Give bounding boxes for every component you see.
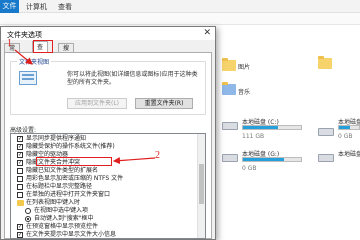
list-item[interactable]: 在标题栏中显示完整路径 bbox=[11, 183, 197, 191]
checkbox[interactable] bbox=[17, 192, 23, 198]
checkbox[interactable]: ✓ bbox=[17, 224, 23, 230]
list-item[interactable]: ✓ 隐藏受保护的操作系统文件(推荐) bbox=[11, 143, 197, 151]
music-folder-icon[interactable] bbox=[222, 82, 236, 95]
checkbox[interactable] bbox=[17, 176, 23, 182]
advanced-list-scrollbar[interactable] bbox=[197, 134, 205, 238]
folder-options-dialog: 文件夹选项 ✕ 常规 查看 搜索 文件夹视图 你可以将此视图(如详细信息或图标)… bbox=[0, 26, 216, 240]
list-item[interactable]: ✓ 在预览窗格中显示预览控件 bbox=[11, 223, 197, 231]
list-item[interactable]: 在单独的进程中打开文件夹窗口 bbox=[11, 191, 197, 199]
ribbon-tabs: 文件 计算机 查看 bbox=[0, 0, 360, 13]
list-item[interactable]: ✓ 在文件夹提示中显示文件大小信息 bbox=[11, 231, 197, 238]
dialog-titlebar: 文件夹选项 ✕ bbox=[1, 27, 215, 40]
folder-views-group: 文件夹视图 你可以将此视图(如详细信息或图标)应用于这种类型的所有文件夹。 应用… bbox=[10, 57, 206, 115]
view-tab-panel: 文件夹视图 你可以将此视图(如详细信息或图标)应用于这种类型的所有文件夹。 应用… bbox=[4, 52, 212, 239]
checkbox[interactable]: ✓ bbox=[17, 232, 23, 238]
drive-e-capacity-bar bbox=[338, 125, 360, 130]
advanced-settings-list[interactable]: ✓ 显示同步提供程序通知 ✓ 隐藏受保护的操作系统文件(推荐) ✓ 隐藏空的驱动… bbox=[10, 133, 206, 239]
list-item-hide-extensions[interactable]: 隐藏已知文件类型的扩展名 bbox=[11, 167, 197, 175]
checkbox[interactable]: ✓ bbox=[17, 136, 23, 142]
folder-views-label: 文件夹视图 bbox=[17, 57, 52, 66]
checkbox[interactable]: ✓ bbox=[17, 144, 23, 150]
checkbox[interactable]: ✓ bbox=[17, 152, 23, 158]
radio-button[interactable] bbox=[25, 208, 31, 214]
scrollbar-thumb[interactable] bbox=[199, 164, 204, 204]
drive-f-icon[interactable] bbox=[318, 154, 334, 162]
drive-f-label[interactable]: 本地磁盘 (F:) bbox=[338, 149, 360, 158]
reset-folders-button[interactable]: 重置文件夹(R) bbox=[135, 98, 193, 109]
pictures-folder-icon[interactable] bbox=[222, 58, 236, 71]
list-item[interactable]: ✓ 显示同步提供程序通知 bbox=[11, 135, 197, 143]
list-item[interactable]: 在视图中选中键入项 bbox=[11, 207, 197, 215]
drive-e-icon[interactable] bbox=[318, 128, 334, 136]
pictures-label[interactable]: 图片 bbox=[238, 62, 250, 71]
list-item[interactable]: 用彩色显示加密或压缩的 NTFS 文件 bbox=[11, 175, 197, 183]
folder-views-description: 你可以将此视图(如详细信息或图标)应用于这种类型的所有文件夹。 bbox=[67, 71, 198, 86]
folder-icon[interactable] bbox=[318, 56, 332, 69]
annotation-number-1: 1 bbox=[7, 38, 12, 49]
annotation-number-2: 2 bbox=[155, 150, 160, 161]
drive-e-free: 0 GB bbox=[338, 133, 353, 140]
folder-view-icon bbox=[19, 71, 37, 85]
checkbox[interactable]: ✓ bbox=[17, 160, 23, 166]
dialog-title: 文件夹选项 bbox=[7, 31, 42, 39]
drive-c-capacity-bar bbox=[242, 125, 302, 130]
drive-g-free: 0 GB bbox=[242, 165, 257, 172]
hide-extensions-highlight bbox=[36, 157, 112, 166]
tab-view[interactable]: 查看 bbox=[58, 2, 72, 12]
drive-c-icon[interactable] bbox=[222, 122, 238, 130]
music-label[interactable]: 音乐 bbox=[238, 87, 250, 96]
folder-icon bbox=[17, 200, 24, 206]
list-item: 在列表视图中键入时 bbox=[11, 199, 197, 207]
drive-g-icon[interactable] bbox=[222, 154, 238, 162]
radio-button[interactable] bbox=[25, 216, 31, 222]
tab-computer[interactable]: 计算机 bbox=[26, 2, 47, 12]
hide-extensions-checkbox[interactable] bbox=[17, 168, 23, 174]
drive-g-capacity-bar bbox=[242, 157, 302, 162]
drive-c-free: 111 GB bbox=[242, 133, 265, 140]
tab-file[interactable]: 文件 bbox=[0, 0, 19, 13]
list-item[interactable]: 自动键入到"搜索"框中 bbox=[11, 215, 197, 223]
view-tab-highlight bbox=[33, 40, 53, 53]
close-icon[interactable]: ✕ bbox=[203, 28, 211, 38]
ribbon-body bbox=[0, 13, 360, 25]
apply-to-folders-button[interactable]: 应用到文件夹(L) bbox=[67, 98, 127, 109]
checkbox[interactable] bbox=[17, 184, 23, 190]
